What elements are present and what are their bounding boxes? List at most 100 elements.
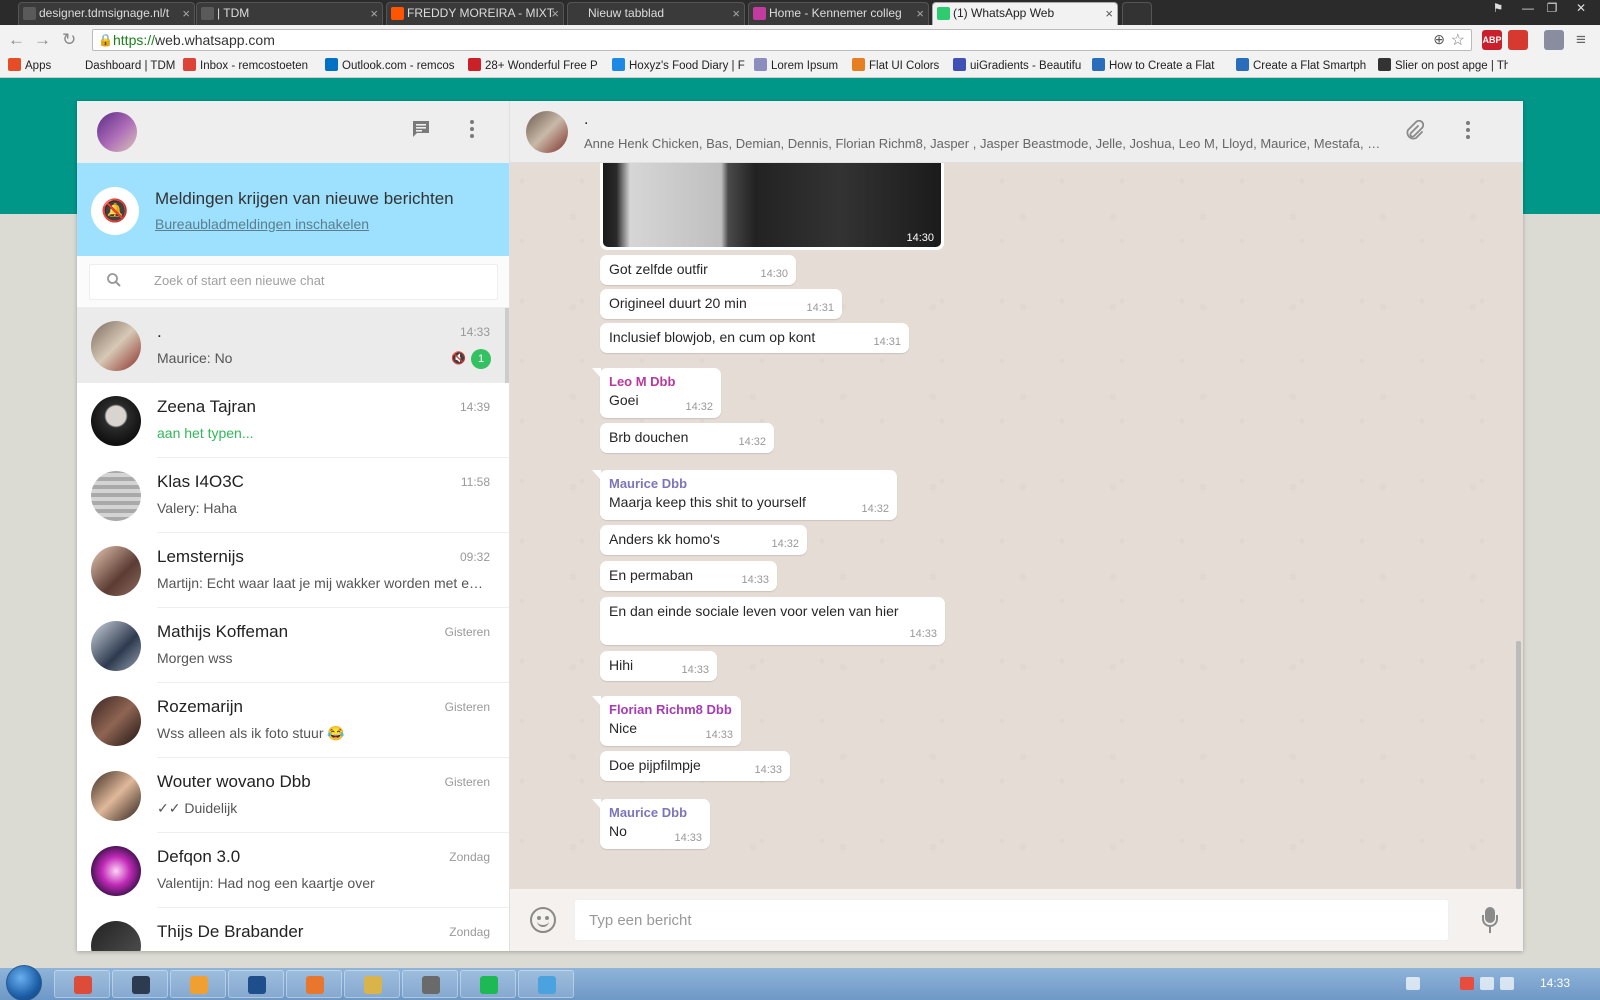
message-bubble[interactable]: Maurice Dbb No 14:33 [592,799,710,849]
message-scrollbar[interactable] [1516,641,1521,889]
search-box[interactable] [89,264,498,300]
zoom-icon[interactable]: ⊕ [1433,31,1445,48]
chat-list-item[interactable]: Wouter wovano Dbb Gisteren ✓✓ Duidelijk [77,758,509,833]
tab-close-icon[interactable]: × [182,3,190,24]
profile-avatar[interactable] [97,112,137,152]
message-bubble[interactable]: Doe pijpfilmpje 14:33 [600,751,790,781]
address-bar[interactable]: 🔒 https://web.whatsapp.com ⊕ ☆ [92,29,1472,51]
message-bubble[interactable]: En permaban 14:33 [600,561,777,591]
message-sender[interactable]: Maurice Dbb [609,476,888,491]
bookmark-item[interactable]: 28+ Wonderful Free P [468,58,604,72]
chat-list-item[interactable]: Mathijs Koffeman Gisteren Morgen wss [77,608,509,683]
start-button[interactable] [6,965,42,1000]
close-window-icon[interactable]: ✕ [1566,0,1596,18]
restore-icon[interactable]: ❐ [1540,0,1564,18]
bookmark-item[interactable]: Flat UI Colors [852,58,946,72]
chat-list-item[interactable]: . 14:33 Maurice: No 🔇 1 [77,308,509,383]
conversation-header[interactable]: . Anne Henk Chicken, Bas, Demian, Dennis… [510,101,1523,163]
chat-avatar [91,621,141,671]
bookmark-item[interactable]: Lorem Ipsum [754,58,844,72]
battery-icon[interactable] [1480,977,1494,990]
message-bubble[interactable]: Anders kk homo's 14:32 [600,525,807,555]
bookmark-label: How to Create a Flat [1109,60,1215,72]
browser-tab[interactable]: Home - Kennemer colleg × [748,2,929,25]
enable-notifications-link[interactable]: Bureaubladmeldingen inschakelen [155,216,369,232]
bookmark-item[interactable]: How to Create a Flat [1092,58,1228,72]
tab-close-icon[interactable]: × [1105,3,1113,24]
message-bubble[interactable]: Inclusief blowjob, en cum op kont 14:31 [600,323,909,353]
chat-list-item[interactable]: Rozemarijn Gisteren Wss alleen als ik foto… [77,683,509,758]
emoji-icon[interactable] [530,907,556,933]
browser-tab[interactable]: FREDDY MOREIRA - MIXT × [386,2,564,25]
back-icon[interactable]: ← [8,30,25,50]
image-thumbnail[interactable] [603,163,941,247]
chat-list-item[interactable]: Klas I4O3C 11:58 Valery: Haha [77,458,509,533]
message-bubble[interactable]: En dan einde sociale leven voor velen va… [600,597,945,645]
volume-icon[interactable] [1500,977,1514,990]
window-profile-icon[interactable]: ⚑ [1486,0,1510,18]
bookmark-item[interactable]: Inbox - remcostoeten [183,58,318,72]
youtube-extension-icon[interactable] [1508,30,1528,50]
message-input[interactable] [574,899,1449,941]
conversation-menu-icon[interactable] [1456,120,1480,144]
chat-list-item[interactable]: Thijs De Brabander Zondag [77,908,509,951]
message-bubble[interactable]: Leo M Dbb Goei 14:32 [592,368,721,418]
bookmark-star-icon[interactable]: ☆ [1451,30,1465,50]
tab-close-icon[interactable]: × [916,3,924,24]
bookmark-item[interactable]: Hoxyz's Food Diary | F [612,58,747,72]
microphone-icon[interactable] [1478,907,1502,935]
bookmark-item[interactable]: Create a Flat Smartph [1236,58,1372,72]
forward-icon[interactable]: → [34,30,51,50]
adblock-icon[interactable]: ABP [1482,30,1502,50]
browser-tab[interactable]: (1) WhatsApp Web × [932,2,1118,25]
attach-icon[interactable] [1402,119,1426,144]
taskbar-tweetdeck-button[interactable] [518,970,574,998]
menu-icon[interactable]: ≡ [1576,30,1586,50]
taskbar-explorer-button[interactable] [344,970,400,998]
image-message[interactable]: 14:30 [600,163,944,250]
bookmark-item[interactable]: Apps [8,58,58,72]
reload-icon[interactable]: ↻ [62,30,76,50]
message-bubble[interactable]: Hihi 14:33 [600,651,717,681]
search-input[interactable] [154,273,484,288]
bookmark-item[interactable]: uiGradients - Beautifu [953,58,1083,72]
message-sender[interactable]: Leo M Dbb [609,374,712,389]
group-avatar[interactable] [526,111,568,153]
chat-list-item[interactable]: Zeena Tajran 14:39 aan het typen... [77,383,509,458]
new-chat-icon[interactable] [409,119,433,143]
browser-tab[interactable]: designer.tdmsignage.nl/t × [18,2,195,25]
message-bubble[interactable]: Florian Richm8 Dbb Nice 14:33 [592,696,741,746]
chat-list-item[interactable]: Defqon 3.0 Zondag Valentijn: Had nog een k… [77,833,509,908]
tab-close-icon[interactable]: × [551,3,559,24]
taskbar-photoshop-button[interactable] [228,970,284,998]
menu-kebab-icon[interactable] [460,119,484,143]
tab-close-icon[interactable]: × [370,3,378,24]
tab-close-icon[interactable]: × [732,3,740,24]
network-icon[interactable] [1460,977,1474,990]
new-tab-button[interactable] [1122,2,1152,25]
taskbar-sublime-button[interactable] [170,970,226,998]
browser-tab[interactable]: | TDM × [196,2,383,25]
conversation-pane: . Anne Henk Chicken, Bas, Demian, Dennis… [510,101,1523,951]
taskbar-batman-button[interactable] [112,970,168,998]
bookmark-item[interactable]: Outlook.com - remcos [325,58,460,72]
chat-list-item[interactable]: Lemsternijs 09:32 Martijn: Echt waar laat … [77,533,509,608]
extension-icon[interactable] [1544,30,1564,50]
taskbar-firefox-button[interactable] [286,970,342,998]
bookmark-item[interactable]: Dashboard | TDM [68,58,176,72]
chat-list: . 14:33 Maurice: No 🔇 1 Zeena Tajran 14:39 aan … [77,308,509,951]
message-bubble[interactable]: Got zelfde outfir 14:30 [600,255,796,285]
taskbar-spotify-button[interactable] [460,970,516,998]
bookmark-item[interactable]: Slier on post apge | Th [1378,58,1508,72]
browser-tab[interactable]: Nieuw tabblad × [567,2,745,25]
message-bubble[interactable]: Maurice Dbb Maarja keep this shit to your… [592,470,897,520]
taskbar-chrome-button[interactable] [54,970,110,998]
minimize-icon[interactable]: — [1516,0,1540,18]
message-sender[interactable]: Florian Richm8 Dbb [609,702,732,717]
message-bubble[interactable]: Brb douchen 14:32 [600,423,774,453]
message-sender[interactable]: Maurice Dbb [609,805,701,820]
taskbar-calculator-button[interactable] [402,970,458,998]
message-bubble[interactable]: Origineel duurt 20 min 14:31 [600,289,842,319]
tray-icon[interactable] [1406,977,1420,990]
notification-banner[interactable]: 🔕 Meldingen krijgen van nieuwe berichten… [77,163,509,256]
